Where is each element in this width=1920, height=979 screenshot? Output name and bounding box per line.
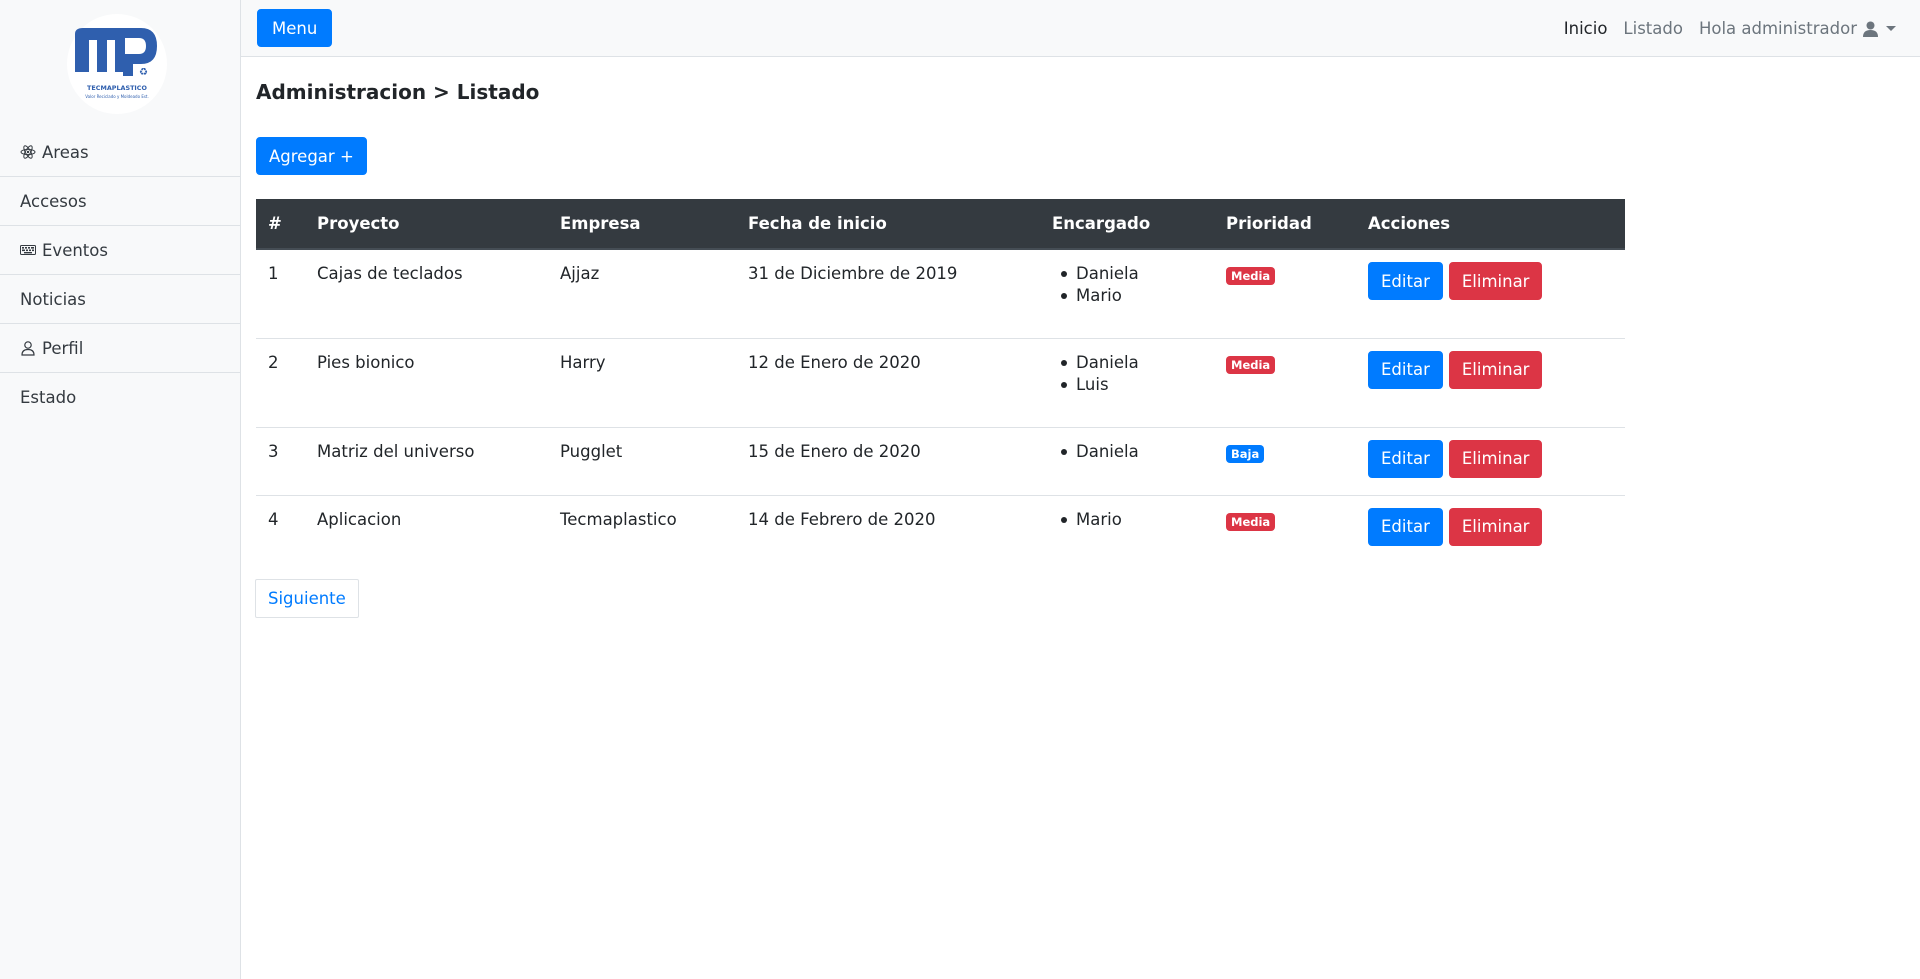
delete-button[interactable]: Eliminar <box>1448 262 1543 300</box>
priority-badge: Media <box>1226 512 1276 531</box>
edit-button[interactable]: Editar <box>1368 350 1443 389</box>
user-greeting: Hola administrador <box>1698 19 1857 38</box>
list-item: Daniela <box>1061 351 1202 375</box>
svg-text:Valor Reciclado y Moldeado Est: Valor Reciclado y Moldeado Est. <box>85 94 149 99</box>
projects-table: # Proyecto Empresa Fecha de inicio Encar… <box>256 199 1625 563</box>
sidebar-item-accesos[interactable]: Accesos <box>0 177 240 226</box>
caret-down-icon <box>1886 26 1896 31</box>
tecmaplastico-logo-icon: ♻ TECMAPLASTICO Valor Reciclado y Moldea… <box>68 15 166 113</box>
sidebar-item-label: Eventos <box>42 240 108 260</box>
cell-fecha: 31 de Diciembre de 2019 <box>748 264 958 283</box>
sidebar-item-estado[interactable]: Estado <box>0 373 240 422</box>
cell-fecha: 14 de Febrero de 2020 <box>736 494 1040 563</box>
cell-prioridad: Media <box>1214 494 1356 563</box>
table-header-row: # Proyecto Empresa Fecha de inicio Encar… <box>256 199 1625 250</box>
cell-fecha: 12 de Enero de 2020 <box>736 337 1040 427</box>
encargado-list: Daniela <box>1052 440 1202 464</box>
cell-num: 4 <box>256 494 305 563</box>
sidebar-item-noticias[interactable]: Noticias <box>0 275 240 324</box>
nav-link-listado[interactable]: Listado <box>1623 19 1683 38</box>
atom-icon <box>20 144 40 160</box>
user-outline-icon <box>20 340 40 356</box>
encargado-list: Daniela Mario <box>1052 262 1202 308</box>
cell-fecha: 15 de Enero de 2020 <box>736 426 1040 495</box>
header-fecha: Fecha de inicio <box>736 199 1040 250</box>
cell-acciones: Editar Eliminar <box>1356 426 1625 495</box>
user-icon <box>1863 21 1878 37</box>
table-row: 4 Aplicacion Tecmaplastico 14 de Febrero… <box>256 494 1625 563</box>
sidebar: ♻ TECMAPLASTICO Valor Reciclado y Moldea… <box>0 0 241 979</box>
cell-encargado: Mario <box>1040 494 1214 563</box>
delete-button[interactable]: Eliminar <box>1448 507 1543 546</box>
cell-num: 2 <box>256 337 305 427</box>
nav-link-inicio[interactable]: Inicio <box>1564 19 1608 38</box>
cell-proyecto: Pies bionico <box>305 337 548 427</box>
sidebar-item-label: Noticias <box>20 289 86 309</box>
cell-encargado: Daniela <box>1040 426 1214 495</box>
cell-acciones: Editar Eliminar <box>1356 494 1625 563</box>
cell-proyecto: Cajas de teclados <box>317 264 463 283</box>
list-item: Mario <box>1061 284 1202 308</box>
top-navbar: Menu Inicio Listado Hola administrador <box>241 0 1920 57</box>
add-button[interactable]: Agregar + <box>256 137 367 175</box>
nav-links: Inicio Listado Hola administrador <box>1564 0 1896 57</box>
cell-encargado: Daniela Mario <box>1040 249 1214 338</box>
table-row: 2 Pies bionico Harry 12 de Enero de 2020… <box>256 337 1625 427</box>
delete-button[interactable]: Eliminar <box>1448 350 1543 389</box>
user-dropdown[interactable]: Hola administrador <box>1699 19 1896 38</box>
list-item: Daniela <box>1061 262 1202 286</box>
sidebar-item-areas[interactable]: Areas <box>0 128 240 177</box>
cell-proyecto: Aplicacion <box>305 494 548 563</box>
edit-button[interactable]: Editar <box>1368 439 1443 478</box>
cell-prioridad: Baja <box>1214 426 1356 495</box>
cell-num: 1 <box>268 264 279 283</box>
cell-prioridad: Media <box>1214 337 1356 427</box>
sidebar-item-label: Estado <box>20 388 77 407</box>
table-row: 1 Cajas de teclados Ajjaz 31 de Diciembr… <box>256 249 1625 338</box>
header-acciones: Acciones <box>1356 199 1625 250</box>
header-encargado: Encargado <box>1040 199 1214 250</box>
header-empresa: Empresa <box>548 199 736 250</box>
encargado-list: Mario <box>1052 508 1202 532</box>
cell-empresa: Pugglet <box>548 426 736 495</box>
delete-button[interactable]: Eliminar <box>1448 439 1543 478</box>
company-logo[interactable]: ♻ TECMAPLASTICO Valor Reciclado y Moldea… <box>67 14 167 114</box>
header-proyecto: Proyecto <box>305 199 548 250</box>
edit-button[interactable]: Editar <box>1368 262 1443 300</box>
header-prioridad: Prioridad <box>1214 199 1356 250</box>
table-row: 3 Matriz del universo Pugglet 15 de Ener… <box>256 426 1625 495</box>
keyboard-icon <box>20 242 40 258</box>
breadcrumb: Administracion > Listado <box>256 80 540 104</box>
encargado-list: Daniela Luis <box>1052 351 1202 397</box>
next-page-button[interactable]: Siguiente <box>255 579 359 618</box>
header-num: # <box>256 199 305 250</box>
svg-text:TECMAPLASTICO: TECMAPLASTICO <box>87 84 147 92</box>
cell-acciones: Editar Eliminar <box>1356 337 1625 427</box>
cell-prioridad: Media <box>1214 249 1356 338</box>
priority-badge: Baja <box>1226 444 1265 463</box>
sidebar-item-perfil[interactable]: Perfil <box>0 324 240 373</box>
sidebar-item-eventos[interactable]: Eventos <box>0 226 240 275</box>
sidebar-item-label: Accesos <box>20 191 87 211</box>
cell-empresa: Ajjaz <box>560 264 600 283</box>
list-item: Luis <box>1061 373 1202 397</box>
side-menu: Areas Accesos Eventos Noticias Perfil Es… <box>0 128 240 422</box>
cell-num: 3 <box>256 426 305 495</box>
cell-empresa: Tecmaplastico <box>548 494 736 563</box>
list-item: Mario <box>1061 508 1202 532</box>
svg-text:♻: ♻ <box>139 67 148 78</box>
cell-acciones: Editar Eliminar <box>1356 249 1625 338</box>
list-item: Daniela <box>1061 440 1202 464</box>
cell-proyecto: Matriz del universo <box>305 426 548 495</box>
menu-toggle-button[interactable]: Menu <box>257 9 333 47</box>
sidebar-item-label: Areas <box>42 142 89 162</box>
priority-badge: Media <box>1226 355 1276 374</box>
cell-encargado: Daniela Luis <box>1040 337 1214 427</box>
cell-empresa: Harry <box>548 337 736 427</box>
priority-badge: Media <box>1226 267 1276 285</box>
edit-button[interactable]: Editar <box>1368 507 1443 546</box>
sidebar-item-label: Perfil <box>42 338 84 358</box>
